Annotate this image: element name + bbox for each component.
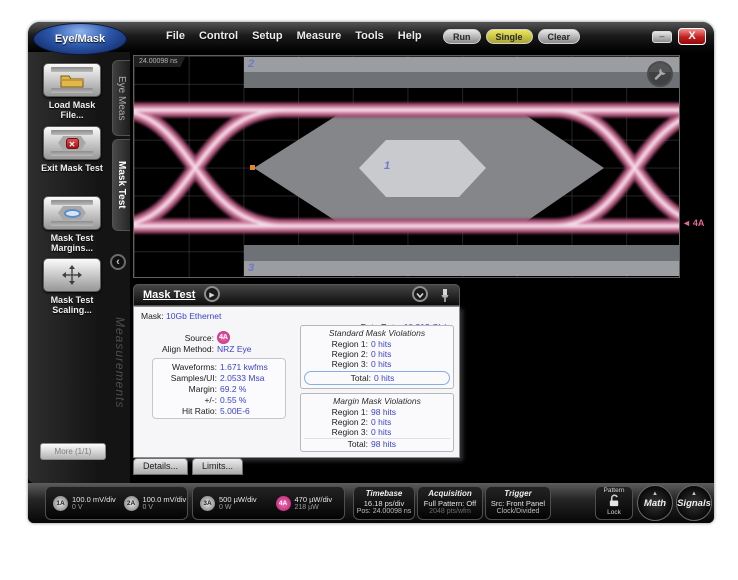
play-icon: ▶: [209, 292, 214, 299]
title-bar: File Control Setup Measure Tools Help Ru…: [28, 22, 714, 52]
channel-group-optical: 3A 500 µW/div 0 W 4A 470 µW/div 218 µW: [192, 486, 345, 520]
details-button[interactable]: Details...: [133, 458, 188, 475]
channel-1a-button[interactable]: 1A 100.0 mV/div 0 V: [46, 495, 117, 511]
load-mask-file-button[interactable]: Load Mask File...: [37, 63, 107, 120]
collapse-sidebar-button[interactable]: ‹: [110, 254, 126, 270]
eye-diagram-svg: [134, 56, 680, 278]
measurement-settings-column: Source: 4A Align Method: NRZ Eye Wavefor…: [136, 332, 296, 419]
align-method-row: Align Method: NRZ Eye: [136, 343, 296, 354]
menu-item-measure[interactable]: Measure: [297, 30, 342, 42]
pin-panel-button[interactable]: [439, 288, 451, 303]
run-measurement-button[interactable]: ▶: [204, 286, 220, 302]
stat-row: Hit Ratio: 5.00E-6: [153, 405, 285, 416]
mask-label: Mask:: [141, 311, 164, 321]
source-channel-badge[interactable]: 4A: [217, 331, 230, 344]
violation-row: Region 2: 0 hits: [304, 417, 450, 427]
mask-value-link[interactable]: 10Gb Ethernet: [166, 311, 221, 321]
mask-test-panel-body: Mask: 10Gb Ethernet Data Rate: 10.313 Gb…: [133, 306, 460, 458]
violations-column: Standard Mask Violations Region 1: 0 hit…: [300, 325, 454, 456]
open-lock-icon: [607, 494, 622, 507]
channel-marker: ◄ 4A: [682, 218, 704, 228]
run-controls: Run Single Clear: [443, 29, 580, 44]
mask-test-panel-header: Mask Test ▶: [133, 284, 460, 306]
timebase-panel[interactable]: Timebase 16.18 ps/div Pos: 24.00098 ns: [353, 486, 415, 520]
channel-3a-badge: 3A: [200, 496, 215, 511]
source-row: Source: 4A: [136, 332, 296, 343]
statistics-box: Waveforms: 1.671 kwfms Samples/UI: 2.053…: [152, 358, 286, 419]
tab-eye-meas[interactable]: Eye Meas: [112, 60, 130, 136]
panel-title: Mask Test: [143, 289, 195, 301]
signals-button[interactable]: ▲ Signals: [676, 485, 712, 521]
channel-2a-badge: 2A: [124, 496, 139, 511]
standard-violations-box: Standard Mask Violations Region 1: 0 hit…: [300, 325, 454, 389]
status-bar: 1A 100.0 mV/div 0 V 2A 100.0 mV/div 0 V …: [28, 483, 714, 523]
eye-mask-mode-button[interactable]: Eye/Mask: [33, 23, 127, 55]
app-window: File Control Setup Measure Tools Help Ru…: [28, 22, 714, 523]
folder-icon: [43, 63, 101, 97]
align-method-value[interactable]: NRZ Eye: [217, 344, 251, 354]
marker-arrow-icon: ◄: [682, 218, 691, 228]
measurements-vertical-label: Measurements: [113, 317, 127, 472]
pin-icon: [439, 288, 451, 303]
clear-button[interactable]: Clear: [538, 29, 581, 44]
stat-row: Margin: 69.2 %: [153, 383, 285, 394]
total-highlight-box: Total: 0 hits: [304, 371, 450, 385]
total-row: Total: 98 hits: [304, 438, 450, 448]
waveform-display[interactable]: 24.00098 ns 2 3 1: [133, 55, 680, 278]
more-pages-button[interactable]: More (1/1): [40, 443, 106, 460]
channel-3a-button[interactable]: 3A 500 µW/div 0 W: [193, 495, 269, 511]
acquisition-panel[interactable]: Acquisition Full Pattern: Off 2048 pts/w…: [417, 486, 483, 520]
run-button[interactable]: Run: [443, 29, 481, 44]
channel-2a-button[interactable]: 2A 100.0 mV/div 0 V: [117, 495, 188, 511]
display-setup-button[interactable]: [647, 61, 673, 87]
violation-row: Region 1: 0 hits: [304, 339, 450, 349]
menu-bar: File Control Setup Measure Tools Help: [166, 30, 422, 42]
panel-bottom-tabs: Details... Limits...: [133, 458, 243, 475]
scaling-arrows-icon: [43, 258, 101, 292]
channel-group-electrical: 1A 100.0 mV/div 0 V 2A 100.0 mV/div 0 V: [45, 486, 188, 520]
margins-icon: [43, 196, 101, 230]
menu-item-control[interactable]: Control: [199, 30, 238, 42]
minimize-button[interactable]: –: [652, 31, 672, 43]
menu-item-setup[interactable]: Setup: [252, 30, 283, 42]
math-button[interactable]: ▲ Math: [637, 485, 673, 521]
mask-test-margins-button[interactable]: Mask Test Margins...: [37, 196, 107, 253]
menu-item-tools[interactable]: Tools: [355, 30, 384, 42]
screenshot-page: File Control Setup Measure Tools Help Ru…: [0, 0, 738, 580]
exit-mask-test-button[interactable]: ✕ Exit Mask Test: [37, 126, 107, 173]
channel-1a-badge: 1A: [53, 496, 68, 511]
main-display-area: 24.00098 ns 2 3 1: [130, 52, 714, 483]
violation-row: Region 3: 0 hits: [304, 427, 450, 437]
exit-icon: ✕: [43, 126, 101, 160]
up-arrow-icon: ▲: [638, 490, 672, 498]
mask-selection: Mask: 10Gb Ethernet: [141, 311, 221, 321]
mask-test-scaling-button[interactable]: Mask Test Scaling...: [37, 258, 107, 315]
four-way-arrows-glyph: [60, 264, 84, 286]
stat-row: +/-: 0.55 %: [153, 394, 285, 405]
violation-row: Region 3: 0 hits: [304, 359, 450, 369]
margin-violations-box: Margin Mask Violations Region 1: 98 hits…: [300, 393, 454, 452]
channel-4a-badge: 4A: [276, 496, 291, 511]
single-button[interactable]: Single: [486, 29, 533, 44]
channel-4a-button[interactable]: 4A 470 µW/div 218 µW: [269, 495, 345, 511]
collapse-panel-button[interactable]: [412, 286, 428, 302]
tab-mask-test[interactable]: Mask Test: [112, 139, 130, 231]
chevron-down-icon: [414, 289, 426, 301]
violation-row: Region 2: 0 hits: [304, 349, 450, 359]
sidebar: Load Mask File... ✕ Exit Mask Test Mask …: [28, 52, 130, 483]
total-row: Total: 0 hits: [307, 373, 447, 383]
trigger-panel[interactable]: Trigger Src: Front Panel Clock/Divided: [485, 486, 551, 520]
menu-item-file[interactable]: File: [166, 30, 185, 42]
close-button[interactable]: X: [678, 28, 706, 45]
timebase-position-chip: 24.00098 ns: [134, 56, 186, 67]
wrench-icon: [653, 67, 667, 81]
up-arrow-icon: ▲: [677, 490, 711, 498]
menu-item-help[interactable]: Help: [398, 30, 422, 42]
stat-row: Samples/UI: 2.0533 Msa: [153, 372, 285, 383]
stat-row: Waveforms: 1.671 kwfms: [153, 361, 285, 372]
pattern-lock-button[interactable]: Pattern Lock: [595, 486, 633, 520]
folder-glyph: [60, 73, 84, 88]
violation-row: Region 1: 98 hits: [304, 407, 450, 417]
limits-button[interactable]: Limits...: [192, 458, 243, 475]
